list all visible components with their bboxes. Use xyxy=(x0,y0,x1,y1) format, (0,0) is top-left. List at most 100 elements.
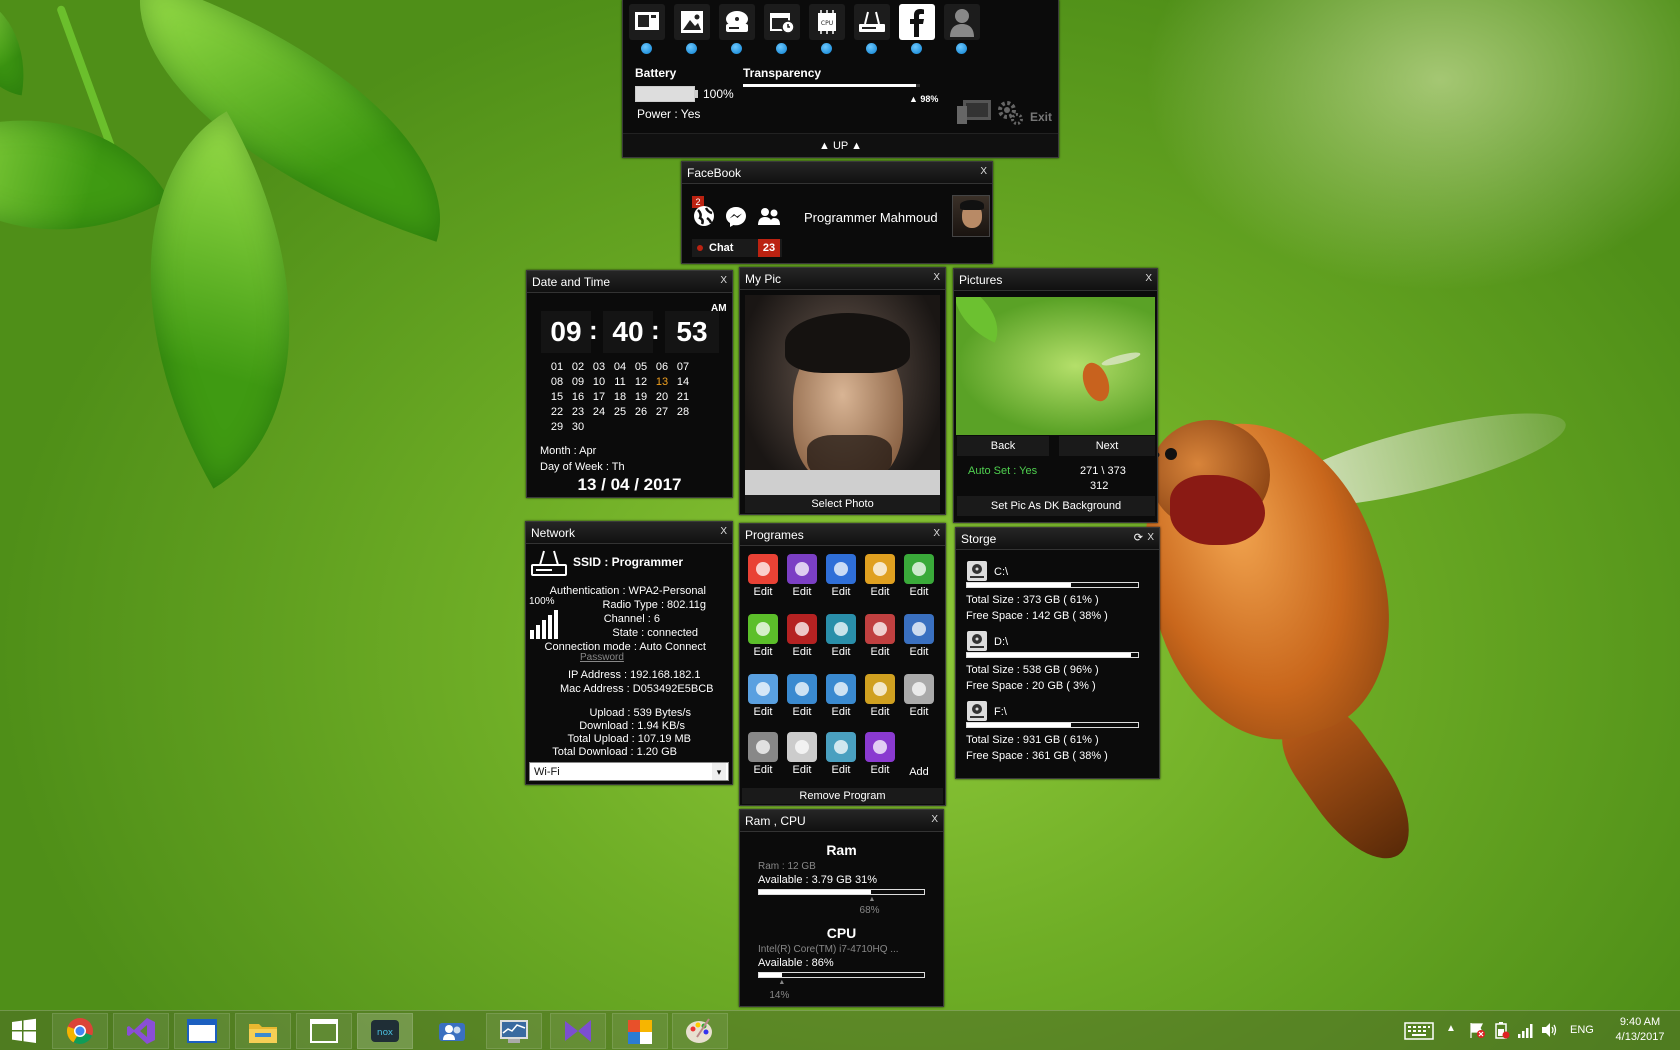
program-tile[interactable]: Edit xyxy=(784,674,820,718)
edit-program-link[interactable]: Edit xyxy=(862,586,898,598)
green-disc-icon[interactable] xyxy=(748,614,778,644)
chat-button[interactable]: Chat 23 xyxy=(692,239,782,257)
globe-app-icon[interactable] xyxy=(865,674,895,704)
search-app-icon[interactable] xyxy=(904,554,934,584)
program-tile[interactable]: Edit xyxy=(784,554,820,598)
calendar-day[interactable]: 02 xyxy=(568,361,588,373)
wifi-tray-button[interactable] xyxy=(1516,1021,1534,1039)
program-tile[interactable]: Edit xyxy=(823,554,859,598)
calendar-day[interactable]: 25 xyxy=(610,406,630,418)
taskbar-office[interactable] xyxy=(612,1013,668,1049)
calendar-day[interactable]: 18 xyxy=(610,391,630,403)
close-button[interactable]: X xyxy=(1147,527,1154,549)
edit-program-link[interactable]: Edit xyxy=(823,706,859,718)
visual-studio-icon[interactable] xyxy=(787,554,817,584)
volume-tray-button[interactable] xyxy=(1540,1021,1558,1039)
close-button[interactable]: X xyxy=(933,267,940,289)
up-button[interactable]: ▲ UP ▲ xyxy=(623,133,1058,157)
file-app-icon[interactable] xyxy=(865,614,895,644)
calendar-button[interactable] xyxy=(764,4,800,40)
program-tile[interactable]: Edit xyxy=(901,614,937,658)
program-tile[interactable]: Edit xyxy=(745,614,781,658)
program-tile[interactable]: Edit xyxy=(745,674,781,718)
edit-program-link[interactable]: Edit xyxy=(901,706,937,718)
calendar-day[interactable]: 24 xyxy=(589,406,609,418)
star-app-icon[interactable] xyxy=(865,732,895,762)
calendar-day[interactable]: 12 xyxy=(631,376,651,388)
calendar-day[interactable]: 14 xyxy=(673,376,693,388)
calendar-day[interactable]: 10 xyxy=(589,376,609,388)
calendar-day[interactable]: 03 xyxy=(589,361,609,373)
edit-program-link[interactable]: Edit xyxy=(784,764,820,776)
cpu-button[interactable]: CPU xyxy=(809,4,845,40)
start-button[interactable] xyxy=(0,1013,48,1049)
pencil-blueprint-icon[interactable] xyxy=(826,674,856,704)
calendar-day[interactable]: 11 xyxy=(610,376,630,388)
adapter-select[interactable]: Wi-Fi ▾ xyxy=(529,762,729,781)
nox-icon[interactable] xyxy=(826,732,856,762)
user-button[interactable] xyxy=(944,4,980,40)
add-program-button[interactable]: Add xyxy=(901,766,937,778)
taskbar-window[interactable] xyxy=(174,1013,230,1049)
messenger-button[interactable] xyxy=(725,206,747,228)
taskbar-people[interactable] xyxy=(425,1013,481,1049)
edit-program-link[interactable]: Edit xyxy=(745,586,781,598)
program-tile[interactable]: Edit xyxy=(862,732,898,776)
close-button[interactable]: X xyxy=(720,270,727,292)
next-button[interactable]: Next xyxy=(1059,436,1155,456)
remove-program-button[interactable]: Remove Program xyxy=(742,788,943,804)
calendar-day[interactable]: 17 xyxy=(589,391,609,403)
close-button[interactable]: X xyxy=(931,809,938,831)
calendar-day[interactable]: 22 xyxy=(547,406,567,418)
calendar-day-today[interactable]: 13 xyxy=(652,376,672,388)
gem-icon[interactable] xyxy=(904,674,934,704)
close-button[interactable]: X xyxy=(933,523,940,545)
taskbar-clock[interactable]: 9:40 AM 4/13/2017 xyxy=(1608,1015,1672,1045)
calendar-day[interactable]: 26 xyxy=(631,406,651,418)
cube-icon[interactable] xyxy=(748,674,778,704)
program-tile[interactable]: Edit xyxy=(823,614,859,658)
password-link[interactable]: Password xyxy=(580,652,624,663)
edit-program-link[interactable]: Edit xyxy=(901,646,937,658)
program-tile[interactable]: Edit xyxy=(823,732,859,776)
program-tile[interactable]: Edit xyxy=(784,614,820,658)
calendar-day[interactable]: 20 xyxy=(652,391,672,403)
calendar-day[interactable]: 16 xyxy=(568,391,588,403)
input-language[interactable]: ENG xyxy=(1570,1024,1594,1036)
edit-program-link[interactable]: Edit xyxy=(745,646,781,658)
edit-program-link[interactable]: Edit xyxy=(823,646,859,658)
edit-program-link[interactable]: Edit xyxy=(901,586,937,598)
edit-program-link[interactable]: Edit xyxy=(823,764,859,776)
program-tile[interactable]: Edit xyxy=(745,732,781,776)
taskbar-window-2[interactable] xyxy=(296,1013,352,1049)
back-button[interactable]: Back xyxy=(957,436,1049,456)
calendar-day[interactable]: 06 xyxy=(652,361,672,373)
chrome-icon[interactable] xyxy=(748,554,778,584)
taskbar-file-explorer[interactable] xyxy=(235,1013,291,1049)
show-hidden-icons[interactable]: ▲ xyxy=(1446,1023,1456,1034)
calendar-day[interactable]: 04 xyxy=(610,361,630,373)
refresh-icon[interactable]: ⟳ xyxy=(1134,527,1143,549)
calendar-day[interactable]: 23 xyxy=(568,406,588,418)
action-center-button[interactable] xyxy=(1468,1021,1486,1039)
display-button[interactable] xyxy=(629,4,665,40)
router-button[interactable] xyxy=(854,4,890,40)
taskbar-paint[interactable] xyxy=(672,1013,728,1049)
calendar-day[interactable]: 19 xyxy=(631,391,651,403)
program-tile[interactable]: Edit xyxy=(745,554,781,598)
close-button[interactable]: X xyxy=(1145,268,1152,290)
anonymous-icon[interactable] xyxy=(787,614,817,644)
taskbar-visual-studio-2[interactable] xyxy=(550,1013,606,1049)
exit-button[interactable]: Exit xyxy=(1030,110,1052,124)
calendar-day[interactable]: 21 xyxy=(673,391,693,403)
folder-app-icon[interactable] xyxy=(865,554,895,584)
calendar-day[interactable]: 30 xyxy=(568,421,588,433)
notifications-button[interactable] xyxy=(692,204,716,228)
settings-button[interactable] xyxy=(997,100,1023,126)
facebook-button[interactable] xyxy=(899,4,935,40)
edit-program-link[interactable]: Edit xyxy=(745,764,781,776)
program-tile[interactable]: Edit xyxy=(862,614,898,658)
program-tile[interactable]: Edit xyxy=(862,674,898,718)
calendar-day[interactable]: 09 xyxy=(568,376,588,388)
window-icon[interactable] xyxy=(826,554,856,584)
